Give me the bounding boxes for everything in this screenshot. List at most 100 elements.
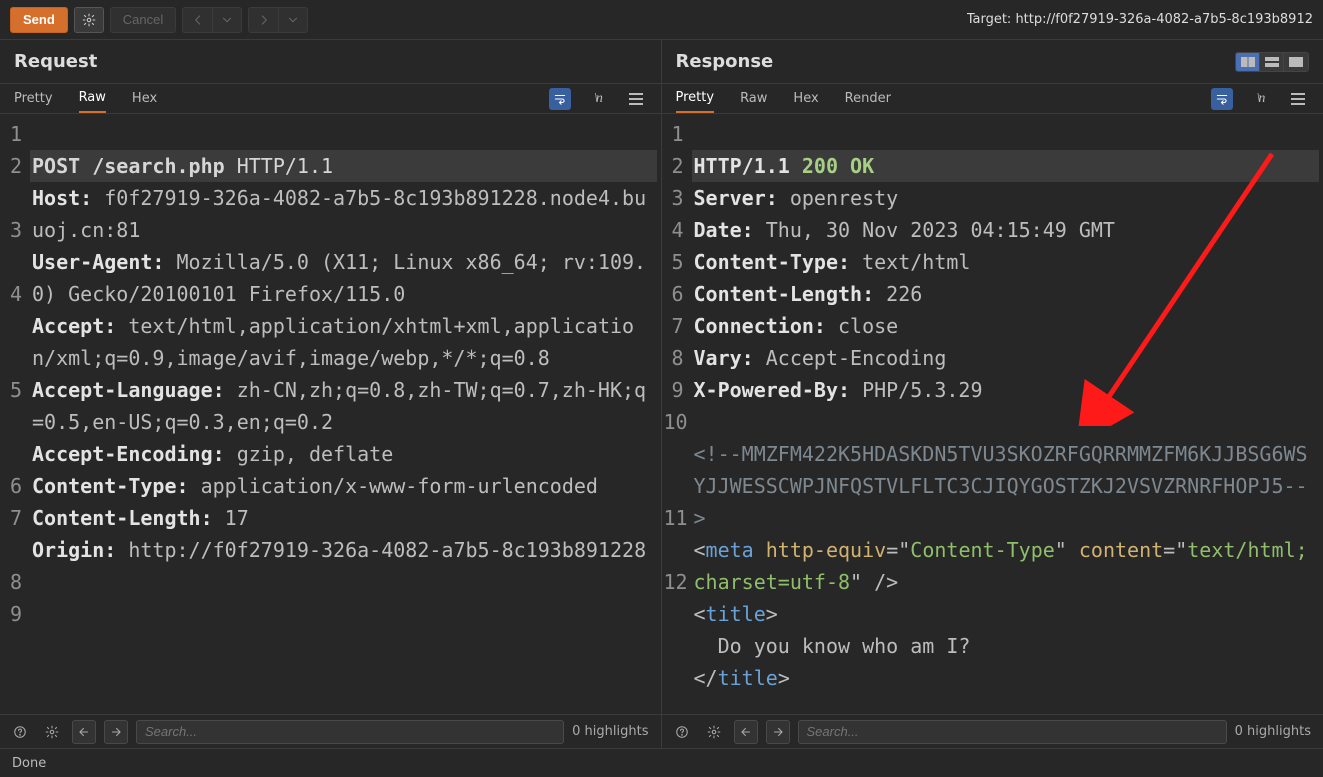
line-number: 7 — [664, 310, 684, 342]
send-button[interactable]: Send — [10, 7, 68, 33]
request-actions-newline-toggle[interactable]: \n — [587, 88, 609, 110]
chevron-right-icon — [257, 13, 271, 27]
response-code[interactable]: HTTP/1.1 200 OKServer: openrestyDate: Th… — [690, 114, 1323, 714]
request-settings-button[interactable] — [40, 720, 64, 744]
line-number: 2 — [2, 150, 22, 214]
request-tab-raw[interactable]: Raw — [79, 84, 106, 113]
response-tab-pretty[interactable]: Pretty — [676, 84, 715, 113]
response-tab-hex[interactable]: Hex — [793, 84, 818, 113]
response-line: Content-Type: text/html — [692, 246, 1320, 278]
line-number: 9 — [2, 598, 22, 662]
history-forward-menu[interactable] — [278, 7, 308, 33]
request-search-input[interactable] — [136, 720, 564, 744]
request-line: POST /search.php HTTP/1.1 — [30, 150, 657, 182]
request-line: Content-Length: 17 — [30, 502, 657, 534]
response-search-input[interactable] — [798, 720, 1227, 744]
line-number: 2 — [664, 150, 684, 182]
response-tabs: Pretty Raw Hex Render \n — [662, 84, 1323, 114]
response-line: Vary: Accept-Encoding — [692, 342, 1320, 374]
settings-button[interactable] — [74, 7, 104, 33]
line-number: 4 — [2, 278, 22, 374]
hamburger-icon — [1291, 93, 1305, 105]
layout-switch — [1235, 52, 1309, 72]
line-number: 12 — [664, 566, 684, 662]
response-line: X-Powered-By: PHP/5.3.29 — [692, 374, 1320, 406]
layout-split-button[interactable] — [1236, 53, 1260, 71]
request-tab-hex[interactable]: Hex — [132, 84, 157, 113]
response-tab-render[interactable]: Render — [845, 84, 891, 113]
request-line: Accept-Encoding: gzip, deflate — [30, 438, 657, 470]
response-line: HTTP/1.1 200 OK — [692, 150, 1320, 182]
request-highlights-label: 0 highlights — [572, 724, 652, 739]
response-line: Content-Length: 226 — [692, 278, 1320, 310]
history-forward-group — [248, 7, 308, 33]
response-line: <meta http-equiv="Content-Type" content=… — [692, 534, 1320, 598]
response-title: Response — [676, 51, 1236, 72]
target-label: Target: — [967, 12, 1016, 27]
line-number: 8 — [2, 566, 22, 598]
target-url: http://f0f27919-326a-4082-a7b5-8c193b891… — [1015, 12, 1313, 27]
line-number: 7 — [2, 502, 22, 566]
response-editor[interactable]: 1 2 3 4 5 6 7 8 9 10 11 12 HTTP/1.1 200 … — [662, 114, 1323, 714]
request-title: Request — [14, 51, 647, 72]
request-actions-menu[interactable] — [625, 88, 647, 110]
response-actions-wrap-toggle[interactable] — [1211, 88, 1233, 110]
request-next-match-button[interactable] — [104, 720, 128, 744]
request-gutter: 1 2 3 4 5 6 7 8 9 — [0, 114, 28, 714]
response-next-match-button[interactable] — [766, 720, 790, 744]
response-tab-raw[interactable]: Raw — [740, 84, 767, 113]
request-line: Accept-Language: zh-CN,zh;q=0.8,zh-TW;q=… — [30, 374, 657, 438]
response-prev-match-button[interactable] — [734, 720, 758, 744]
request-line: Accept: text/html,application/xhtml+xml,… — [30, 310, 657, 374]
line-number: 5 — [2, 374, 22, 470]
response-actions-menu[interactable] — [1287, 88, 1309, 110]
top-toolbar: Send Cancel Target: http://f0f27919-326a… — [0, 0, 1323, 40]
layout-stack-button[interactable] — [1260, 53, 1284, 71]
layout-single-button[interactable] — [1284, 53, 1308, 71]
response-highlights-label: 0 highlights — [1235, 724, 1315, 739]
response-line: Server: openresty — [692, 182, 1320, 214]
request-editor[interactable]: 1 2 3 4 5 6 7 8 9 POST /search.php HTTP/… — [0, 114, 661, 714]
chevron-down-icon — [286, 13, 300, 27]
line-number: 1 — [2, 118, 22, 150]
response-pane: Response Pretty Raw Hex Render \n 1 — [662, 40, 1323, 748]
request-actions-wrap-toggle[interactable] — [549, 88, 571, 110]
line-number: 4 — [664, 214, 684, 246]
request-pane: Request Pretty Raw Hex \n 1 2 3 4 5 6 7 — [0, 40, 662, 748]
newline-icon: \n — [1257, 91, 1264, 107]
request-code[interactable]: POST /search.php HTTP/1.1Host: f0f27919-… — [28, 114, 661, 714]
request-tabs: Pretty Raw Hex \n — [0, 84, 661, 114]
request-line: Content-Type: application/x-www-form-url… — [30, 470, 657, 502]
response-actions-newline-toggle[interactable]: \n — [1249, 88, 1271, 110]
chevron-down-icon — [220, 13, 234, 27]
arrow-left-icon — [739, 725, 753, 739]
response-gutter: 1 2 3 4 5 6 7 8 9 10 11 12 — [662, 114, 690, 714]
line-number: 6 — [2, 470, 22, 502]
arrow-right-icon — [771, 725, 785, 739]
history-back-button[interactable] — [182, 7, 212, 33]
gear-icon — [82, 13, 96, 27]
gear-icon — [45, 725, 59, 739]
history-back-group — [182, 7, 242, 33]
help-icon — [675, 725, 689, 739]
history-forward-button[interactable] — [248, 7, 278, 33]
response-header: Response — [662, 40, 1323, 84]
response-settings-button[interactable] — [702, 720, 726, 744]
history-back-menu[interactable] — [212, 7, 242, 33]
response-help-button[interactable] — [670, 720, 694, 744]
line-number: 8 — [664, 342, 684, 374]
newline-icon: \n — [594, 91, 601, 107]
request-help-button[interactable] — [8, 720, 32, 744]
request-prev-match-button[interactable] — [72, 720, 96, 744]
arrow-left-icon — [77, 725, 91, 739]
request-footer: 0 highlights — [0, 714, 661, 748]
cancel-button[interactable]: Cancel — [110, 7, 176, 33]
response-line: <!--MMZFM422K5HDASKDN5TVU3SKOZRFGQRRMMZF… — [692, 438, 1320, 534]
line-number: 5 — [664, 246, 684, 278]
response-line: Connection: close — [692, 310, 1320, 342]
request-line: Host: f0f27919-326a-4082-a7b5-8c193b8912… — [30, 182, 657, 246]
split-view: Request Pretty Raw Hex \n 1 2 3 4 5 6 7 — [0, 40, 1323, 749]
hamburger-icon — [629, 93, 643, 105]
line-number: 9 — [664, 374, 684, 406]
request-tab-pretty[interactable]: Pretty — [14, 84, 53, 113]
